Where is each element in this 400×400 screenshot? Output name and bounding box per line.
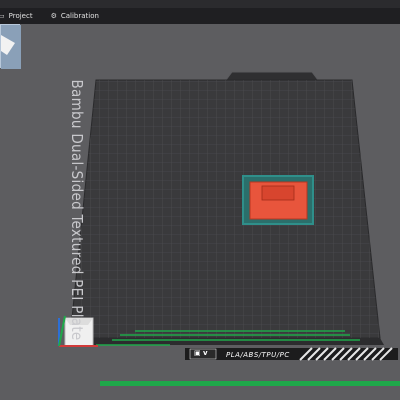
project-icon: ▭ xyxy=(0,12,5,20)
tab-project[interactable]: ▭ Project xyxy=(0,8,37,24)
plate-handle xyxy=(225,71,319,81)
tab-calibration[interactable]: ⚙ Calibration xyxy=(47,8,103,24)
tab-project-label: Project xyxy=(8,12,33,20)
model-top-face xyxy=(261,185,295,201)
plate-filament-label: PLA/ABS/TPU/PC xyxy=(226,351,290,359)
3d-viewport[interactable] xyxy=(0,24,400,400)
plate-grid xyxy=(70,80,380,338)
plate-front-edge xyxy=(70,338,384,345)
plate-tag-logo: ▣ ⅴ xyxy=(194,349,208,357)
calibration-icon: ⚙ xyxy=(50,12,57,20)
bed-outline-bottom xyxy=(100,381,400,386)
plate-thumbnail-icon[interactable] xyxy=(0,24,21,69)
tab-calibration-label: Calibration xyxy=(60,12,99,20)
plate-type-label: Bambu Dual-Sided Textured PEI Plate xyxy=(68,79,86,341)
tab-bar: ▭ Project ⚙ Calibration xyxy=(0,8,400,24)
